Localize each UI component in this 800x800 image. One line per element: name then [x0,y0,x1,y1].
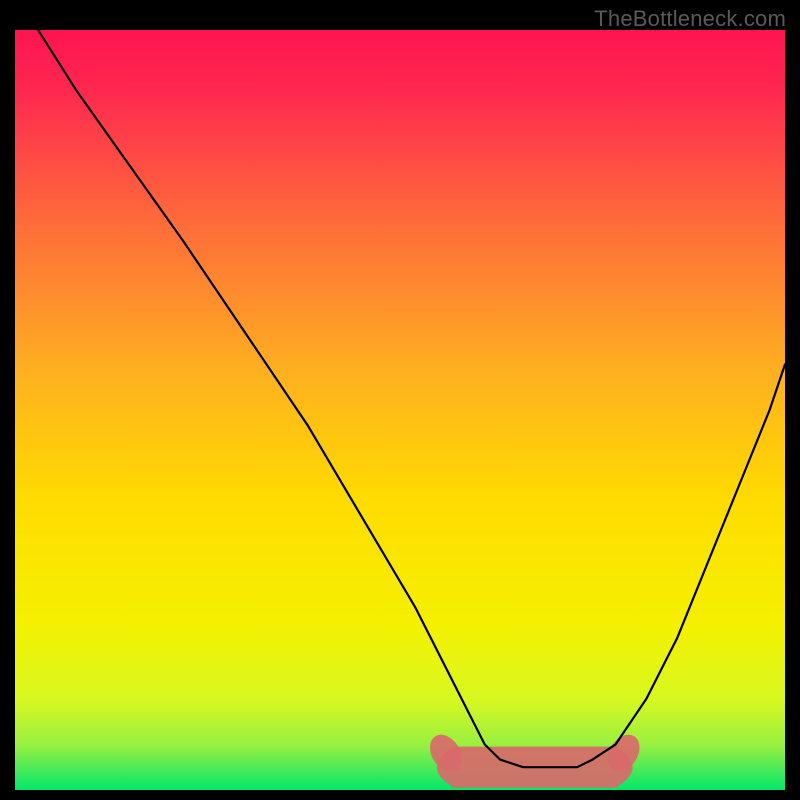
chart-frame: TheBottleneck.com [0,0,800,800]
gradient-background [15,30,785,790]
plot-area [15,30,785,790]
chart-svg [15,30,785,790]
watermark-text: TheBottleneck.com [594,6,786,32]
